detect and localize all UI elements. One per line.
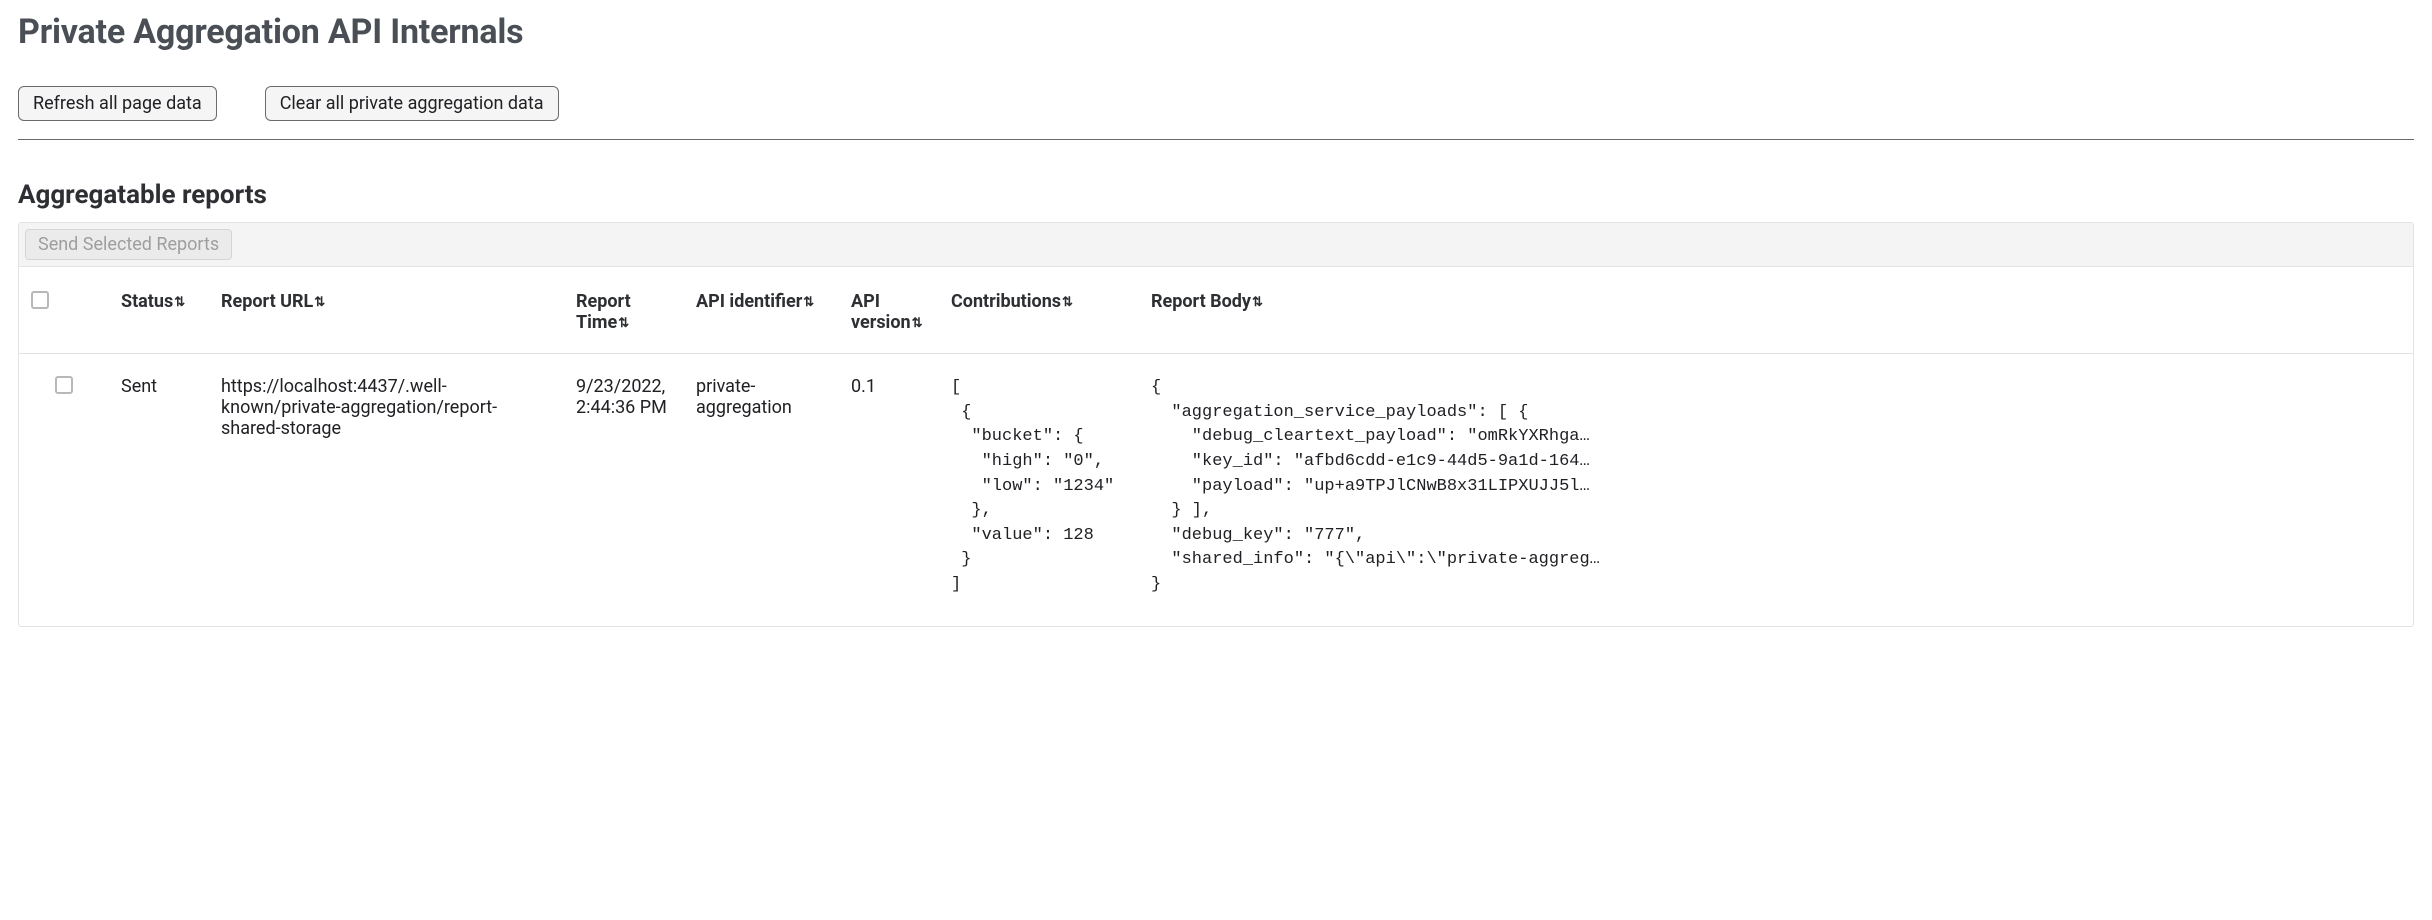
refresh-all-button[interactable]: Refresh all page data bbox=[18, 86, 217, 121]
sort-icon: ⇅ bbox=[1252, 296, 1263, 309]
sort-icon: ⇅ bbox=[618, 317, 629, 330]
cell-status: Sent bbox=[109, 354, 209, 626]
send-selected-reports-button[interactable]: Send Selected Reports bbox=[25, 229, 232, 260]
reports-table: Status⇅ Report URL⇅ Report Time⇅ API ide… bbox=[19, 267, 2413, 626]
report-body-code: { "aggregation_service_payloads": [ { "d… bbox=[1151, 376, 2401, 598]
page-title: Private Aggregation API Internals bbox=[18, 12, 2414, 52]
sort-icon: ⇅ bbox=[1062, 296, 1073, 309]
column-label: Contributions bbox=[951, 291, 1061, 312]
cell-report-url: https://localhost:4437/.well-known/priva… bbox=[209, 354, 564, 626]
top-toolbar: Refresh all page data Clear all private … bbox=[18, 86, 2414, 140]
column-header-contributions[interactable]: Contributions⇅ bbox=[939, 267, 1139, 354]
clear-all-button[interactable]: Clear all private aggregation data bbox=[265, 86, 559, 121]
column-label: API identifier bbox=[696, 291, 802, 312]
sort-icon: ⇅ bbox=[803, 296, 814, 309]
section-heading-aggregatable-reports: Aggregatable reports bbox=[18, 180, 2414, 210]
contributions-code: [ { "bucket": { "high": "0", "low": "123… bbox=[951, 376, 1127, 598]
select-all-checkbox[interactable] bbox=[31, 291, 49, 309]
sort-icon: ⇅ bbox=[174, 296, 185, 309]
cell-report-body: { "aggregation_service_payloads": [ { "d… bbox=[1139, 354, 2413, 626]
reports-card: Send Selected Reports Status⇅ Report UR bbox=[18, 222, 2414, 627]
column-header-select-all[interactable] bbox=[19, 267, 109, 354]
cell-api-version: 0.1 bbox=[839, 354, 939, 626]
column-header-api-identifier[interactable]: API identifier⇅ bbox=[684, 267, 839, 354]
column-header-report-url[interactable]: Report URL⇅ bbox=[209, 267, 564, 354]
sort-icon: ⇅ bbox=[912, 317, 923, 330]
sort-icon: ⇅ bbox=[314, 296, 325, 309]
column-header-api-version[interactable]: API version⇅ bbox=[839, 267, 939, 354]
column-label: Report URL bbox=[221, 291, 313, 312]
reports-toolbar: Send Selected Reports bbox=[19, 223, 2413, 267]
row-checkbox[interactable] bbox=[55, 376, 73, 394]
row-select-cell[interactable] bbox=[19, 354, 109, 626]
table-row: Sent https://localhost:4437/.well-known/… bbox=[19, 354, 2413, 626]
cell-contributions: [ { "bucket": { "high": "0", "low": "123… bbox=[939, 354, 1139, 626]
table-header-row: Status⇅ Report URL⇅ Report Time⇅ API ide… bbox=[19, 267, 2413, 354]
column-label: Status bbox=[121, 291, 173, 312]
column-header-report-time[interactable]: Report Time⇅ bbox=[564, 267, 684, 354]
cell-report-time: 9/23/2022, 2:44:36 PM bbox=[564, 354, 684, 626]
column-label: Report Body bbox=[1151, 291, 1251, 312]
cell-api-identifier: private-aggregation bbox=[684, 354, 839, 626]
column-header-status[interactable]: Status⇅ bbox=[109, 267, 209, 354]
column-header-report-body[interactable]: Report Body⇅ bbox=[1139, 267, 2413, 354]
column-label: API version bbox=[851, 291, 911, 333]
